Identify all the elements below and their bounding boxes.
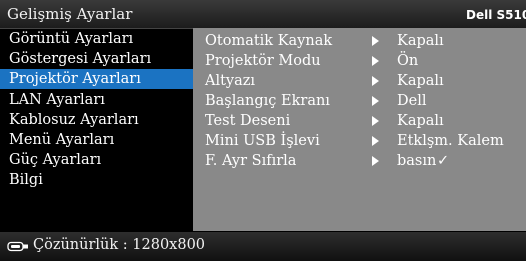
sidebar-item-menu[interactable]: Menü Ayarları [0,130,193,150]
input-source-icon [7,241,28,252]
setting-label: Otomatik Kaynak [205,33,333,49]
resolution-status: Çözünürlük : 1280x800 [33,237,206,253]
arrow-right-icon [372,56,379,66]
checkmark-icon: ✓ [437,153,450,169]
setting-value: Kapalı [397,73,444,89]
sidebar-item-lan[interactable]: LAN Ayarları [0,90,193,110]
setting-label: Test Deseni [205,113,291,129]
setting-row-altyazi[interactable]: Altyazı Kapalı [193,71,526,91]
footer-bar: Çözünürlük : 1280x800 [0,232,526,261]
header-bar: Gelişmiş Ayarlar Dell S510 [0,0,526,29]
setting-label: Projektör Modu [205,53,321,69]
settings-panel: Otomatik Kaynak Kapalı Projektör Modu Ön… [193,28,526,231]
setting-value: basın [397,153,437,169]
sidebar-item-bilgi[interactable]: Bilgi [0,170,193,190]
sidebar-item-projektor[interactable]: Projektör Ayarları [0,69,193,89]
arrow-right-icon [372,116,379,126]
setting-value: Kapalı [397,113,444,129]
arrow-right-icon [372,36,379,46]
setting-value: Ön [397,53,419,69]
setting-label: Altyazı [205,73,256,89]
arrow-right-icon [372,76,379,86]
setting-label: F. Ayr Sıfırla [205,153,297,169]
sidebar: Görüntü Ayarları Göstergesi Ayarları Pro… [0,29,193,231]
setting-row-fabrika-sifirla[interactable]: F. Ayr Sıfırla basın ✓ [193,151,526,171]
setting-value: Etklşm. Kalem [397,133,504,149]
setting-label: Mini USB İşlevi [205,133,320,149]
setting-row-test-deseni[interactable]: Test Deseni Kapalı [193,111,526,131]
setting-row-mini-usb-islevi[interactable]: Mini USB İşlevi Etklşm. Kalem [193,131,526,151]
sidebar-item-guc[interactable]: Güç Ayarları [0,150,193,170]
setting-value: Kapalı [397,33,444,49]
sidebar-item-kablosuz[interactable]: Kablosuz Ayarları [0,110,193,130]
setting-row-otomatik-kaynak[interactable]: Otomatik Kaynak Kapalı [193,31,526,51]
brand-label: Dell S510 [466,8,526,22]
setting-row-baslangic-ekrani[interactable]: Başlangıç Ekranı Dell [193,91,526,111]
arrow-right-icon [372,96,379,106]
setting-label: Başlangıç Ekranı [205,93,330,109]
menu-title: Gelişmiş Ayarlar [7,5,133,23]
setting-row-projektor-modu[interactable]: Projektör Modu Ön [193,51,526,71]
arrow-right-icon [372,136,379,146]
osd-menu: Gelişmiş Ayarlar Dell S510 Görüntü Ayarl… [0,0,526,261]
setting-value: Dell [397,93,427,109]
arrow-right-icon [372,156,379,166]
sidebar-item-goruntu[interactable]: Görüntü Ayarları [0,29,193,49]
sidebar-item-gostergesi[interactable]: Göstergesi Ayarları [0,49,193,69]
